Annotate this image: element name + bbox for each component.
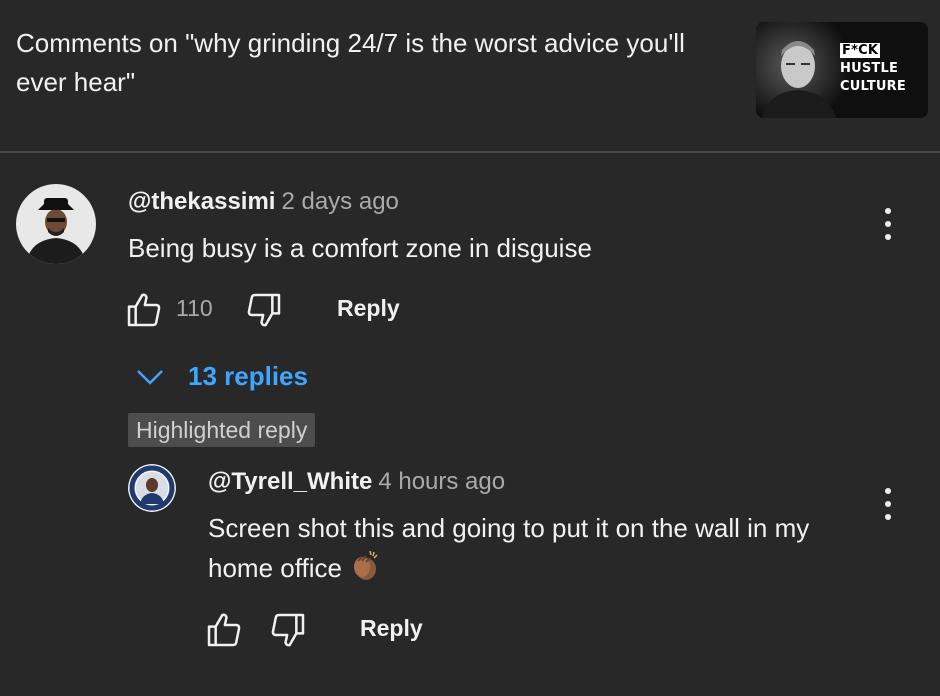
dislike-icon[interactable] (244, 290, 284, 330)
reply-menu-button[interactable] (873, 484, 903, 524)
thumbnail-text: F*CK HUSTLE CULTURE (840, 43, 906, 94)
reply-header: @Tyrell_White 4 hours ago (208, 467, 505, 497)
replies-count-label: 13 replies (188, 361, 308, 391)
chevron-down-icon (137, 370, 163, 385)
avatar-image (16, 184, 96, 264)
comments-title: Comments on "why grinding 24/7 is the wo… (16, 28, 685, 97)
reply-avatar[interactable] (128, 464, 176, 512)
reply-button[interactable]: Reply (337, 293, 400, 323)
comments-header: Comments on "why grinding 24/7 is the wo… (0, 0, 940, 151)
header-divider (0, 151, 940, 153)
comment-header: @thekassimi 2 days ago (128, 187, 399, 217)
reply-time[interactable]: 4 hours ago (378, 468, 505, 495)
avatar[interactable] (16, 184, 96, 264)
highlighted-reply-badge: Highlighted reply (128, 413, 316, 447)
clapping-hands-icon (350, 549, 380, 592)
comment-text: Being busy is a comfort zone in disguise (128, 233, 592, 263)
reply-avatar-image (128, 464, 176, 512)
comment-time[interactable]: 2 days ago (281, 188, 398, 215)
comment-menu-button[interactable] (873, 204, 903, 244)
comment-author[interactable]: @thekassimi (128, 188, 275, 215)
more-dot-icon (885, 501, 891, 507)
more-dot-icon (885, 221, 891, 227)
like-count: 110 (176, 295, 213, 321)
reply-reply-button[interactable]: Reply (360, 613, 423, 643)
more-dot-icon (885, 208, 891, 214)
reply-dislike-icon[interactable] (268, 610, 308, 650)
more-dot-icon (885, 488, 891, 494)
more-dot-icon (885, 234, 891, 240)
more-dot-icon (885, 514, 891, 520)
reply-like-icon[interactable] (204, 610, 244, 650)
reply-text: Screen shot this and going to put it on … (208, 513, 810, 583)
video-thumbnail[interactable]: F*CK HUSTLE CULTURE (756, 22, 928, 118)
like-icon[interactable] (124, 290, 164, 330)
reply-author[interactable]: @Tyrell_White (208, 468, 372, 495)
reply-text-block: Screen shot this and going to put it on … (208, 508, 848, 592)
show-replies-button[interactable]: 13 replies (136, 356, 326, 396)
